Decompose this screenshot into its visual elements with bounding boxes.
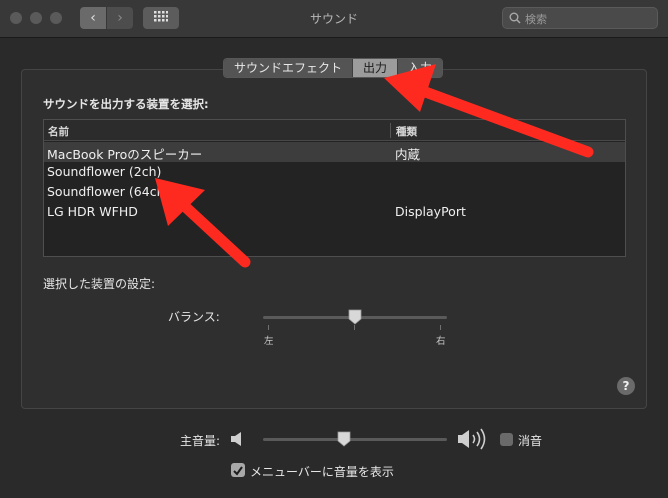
table-header: 名前 種類 bbox=[44, 120, 625, 141]
balance-right-label: 右 bbox=[436, 336, 446, 347]
title-bar: ‹ › サウンド 検索 bbox=[0, 0, 668, 38]
checkmark-icon bbox=[233, 466, 243, 476]
tab-sound-effects[interactable]: サウンドエフェクト bbox=[224, 59, 354, 77]
sound-preferences-window: ‹ › サウンド 検索 サウンドエフェクト 出力 入力 サウンドを出力する装置を bbox=[0, 0, 668, 498]
speaker-low-icon bbox=[231, 432, 241, 446]
device-type: DisplayPort bbox=[395, 204, 466, 219]
show-in-menubar-label: メニューバーに音量を表示 bbox=[250, 465, 394, 479]
search-icon bbox=[509, 12, 521, 24]
column-header-name[interactable]: 名前 bbox=[48, 124, 69, 139]
balance-label: バランス: bbox=[168, 310, 220, 324]
volume-slider-knob[interactable] bbox=[337, 431, 351, 447]
device-settings-label: 選択した装置の設定: bbox=[43, 277, 156, 291]
search-placeholder: 検索 bbox=[525, 13, 547, 26]
table-row[interactable]: Soundflower (64ch) bbox=[44, 182, 625, 202]
balance-slider-knob[interactable] bbox=[348, 309, 362, 325]
tab-output[interactable]: 出力 bbox=[353, 59, 399, 77]
volume-slider[interactable] bbox=[263, 438, 447, 441]
device-name: Soundflower (2ch) bbox=[47, 164, 162, 179]
device-name: MacBook Proのスピーカー bbox=[47, 147, 203, 162]
search-field[interactable]: 検索 bbox=[502, 7, 658, 29]
mute-checkbox[interactable] bbox=[500, 433, 513, 446]
section-title: サウンドを出力する装置を選択: bbox=[43, 97, 209, 111]
speaker-high-icon bbox=[458, 428, 486, 450]
help-icon: ? bbox=[622, 379, 630, 393]
column-header-type[interactable]: 種類 bbox=[396, 124, 417, 139]
volume-label: 主音量: bbox=[180, 434, 221, 448]
balance-tick-left bbox=[268, 325, 269, 330]
table-row[interactable]: LG HDR WFHD DisplayPort bbox=[44, 202, 625, 222]
device-name: LG HDR WFHD bbox=[47, 204, 138, 219]
show-in-menubar-checkbox[interactable] bbox=[231, 463, 245, 477]
device-table: 名前 種類 MacBook Proのスピーカー 内蔵 Soundflower (… bbox=[43, 119, 626, 257]
balance-left-label: 左 bbox=[264, 336, 274, 347]
device-type: 内蔵 bbox=[395, 147, 421, 162]
column-divider bbox=[390, 123, 391, 138]
tab-input[interactable]: 入力 bbox=[398, 59, 443, 77]
help-button[interactable]: ? bbox=[617, 377, 635, 395]
tab-bar: サウンドエフェクト 出力 入力 bbox=[223, 58, 444, 78]
table-row[interactable]: MacBook Proのスピーカー 内蔵 bbox=[44, 142, 625, 162]
balance-tick-center bbox=[354, 325, 355, 330]
device-name: Soundflower (64ch) bbox=[47, 184, 170, 199]
mute-label: 消音 bbox=[518, 434, 543, 448]
table-row[interactable]: Soundflower (2ch) bbox=[44, 162, 625, 182]
balance-tick-right bbox=[440, 325, 441, 330]
